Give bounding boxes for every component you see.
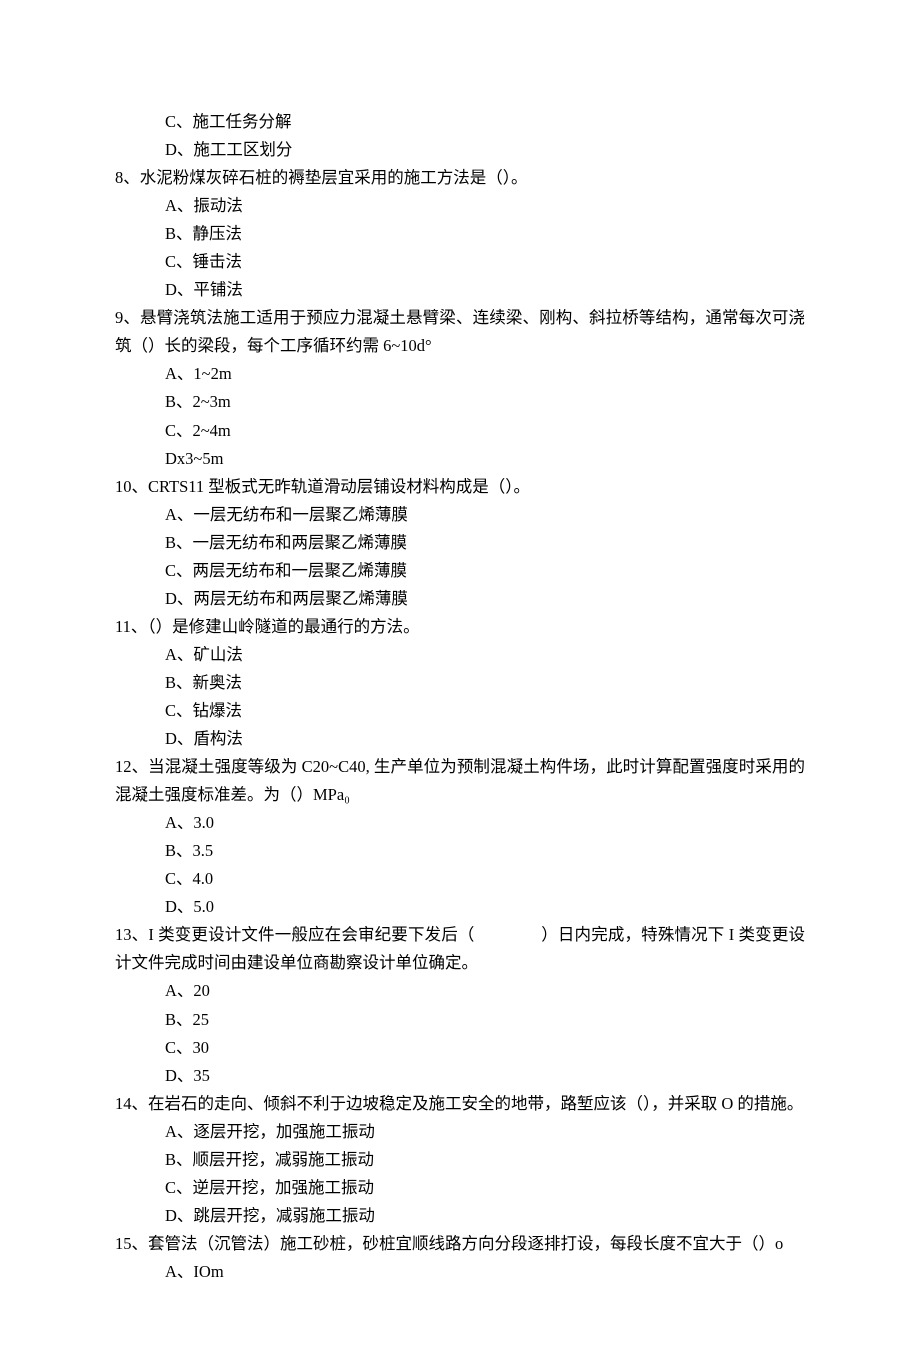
options-list: A、逐层开挖，加强施工振动 B、顺层开挖，减弱施工振动 C、逆层开挖，加强施工振…: [115, 1118, 805, 1230]
option-item: C、逆层开挖，加强施工振动: [165, 1174, 805, 1202]
option-item: A、振动法: [165, 192, 805, 220]
option-item: D、施工工区划分: [165, 136, 805, 164]
option-item: B、25: [165, 1006, 805, 1034]
option-item: C、施工任务分解: [165, 108, 805, 136]
option-item: B、顺层开挖，减弱施工振动: [165, 1146, 805, 1174]
option-item: A、IOm: [165, 1258, 805, 1286]
options-list: A、1~2m B、2~3m C、2~4m Dx3~5m: [115, 360, 805, 472]
option-item: D、盾构法: [165, 725, 805, 753]
question-stem: 9、悬臂浇筑法施工适用于预应力混凝土悬臂梁、连续梁、刚构、斜拉桥等结构，通常每次…: [115, 304, 805, 360]
question-block: C、施工任务分解 D、施工工区划分: [115, 108, 805, 164]
question-stem: 8、水泥粉煤灰碎石桩的褥垫层宜采用的施工方法是（）。: [115, 164, 805, 192]
option-item: D、5.0: [165, 893, 805, 921]
option-item: D、平铺法: [165, 276, 805, 304]
option-item: D、两层无纺布和两层聚乙烯薄膜: [165, 585, 805, 613]
options-list: A、IOm: [115, 1258, 805, 1286]
options-list: A、20 B、25 C、30 D、35: [115, 977, 805, 1089]
document-page: C、施工任务分解 D、施工工区划分 8、水泥粉煤灰碎石桩的褥垫层宜采用的施工方法…: [0, 0, 920, 1346]
options-list: C、施工任务分解 D、施工工区划分: [115, 108, 805, 164]
question-stem: 10、CRTS11 型板式无昨轨道滑动层铺设材料构成是（）。: [115, 473, 805, 501]
option-item: C、2~4m: [165, 417, 805, 445]
option-item: A、3.0: [165, 809, 805, 837]
option-item: A、逐层开挖，加强施工振动: [165, 1118, 805, 1146]
options-list: A、3.0 B、3.5 C、4.0 D、5.0: [115, 809, 805, 921]
option-item: B、新奥法: [165, 669, 805, 697]
question-stem: 13、I 类变更设计文件一般应在会审纪要下发后（ ）日内完成，特殊情况下 I 类…: [115, 921, 805, 977]
options-list: A、矿山法 B、新奥法 C、钻爆法 D、盾构法: [115, 641, 805, 753]
option-item: B、3.5: [165, 837, 805, 865]
option-item: C、4.0: [165, 865, 805, 893]
options-list: A、一层无纺布和一层聚乙烯薄膜 B、一层无纺布和两层聚乙烯薄膜 C、两层无纺布和…: [115, 501, 805, 613]
question-block: 15、套管法（沉管法）施工砂桩，砂桩宜顺线路方向分段逐排打设，每段长度不宜大于（…: [115, 1230, 805, 1286]
question-stem: 11、（）是修建山岭隧道的最通行的方法。: [115, 613, 805, 641]
option-item: A、1~2m: [165, 360, 805, 388]
question-block: 10、CRTS11 型板式无昨轨道滑动层铺设材料构成是（）。 A、一层无纺布和一…: [115, 473, 805, 613]
option-item: A、一层无纺布和一层聚乙烯薄膜: [165, 501, 805, 529]
question-block: 13、I 类变更设计文件一般应在会审纪要下发后（ ）日内完成，特殊情况下 I 类…: [115, 921, 805, 1089]
option-item: B、一层无纺布和两层聚乙烯薄膜: [165, 529, 805, 557]
options-list: A、振动法 B、静压法 C、锤击法 D、平铺法: [115, 192, 805, 304]
question-block: 9、悬臂浇筑法施工适用于预应力混凝土悬臂梁、连续梁、刚构、斜拉桥等结构，通常每次…: [115, 304, 805, 472]
question-block: 11、（）是修建山岭隧道的最通行的方法。 A、矿山法 B、新奥法 C、钻爆法 D…: [115, 613, 805, 753]
question-block: 8、水泥粉煤灰碎石桩的褥垫层宜采用的施工方法是（）。 A、振动法 B、静压法 C…: [115, 164, 805, 304]
option-item: C、锤击法: [165, 248, 805, 276]
option-item: C、30: [165, 1034, 805, 1062]
option-item: B、静压法: [165, 220, 805, 248]
option-item: D、35: [165, 1062, 805, 1090]
question-stem: 14、在岩石的走向、倾斜不利于边坡稳定及施工安全的地带，路堑应该（），并采取 O…: [115, 1090, 805, 1118]
option-item: Dx3~5m: [165, 445, 805, 473]
question-stem: 15、套管法（沉管法）施工砂桩，砂桩宜顺线路方向分段逐排打设，每段长度不宜大于（…: [115, 1230, 805, 1258]
question-block: 12、当混凝土强度等级为 C20~C40, 生产单位为预制混凝土构件场，此时计算…: [115, 753, 805, 921]
option-item: A、矿山法: [165, 641, 805, 669]
question-block: 14、在岩石的走向、倾斜不利于边坡稳定及施工安全的地带，路堑应该（），并采取 O…: [115, 1090, 805, 1230]
option-item: C、两层无纺布和一层聚乙烯薄膜: [165, 557, 805, 585]
option-item: B、2~3m: [165, 388, 805, 416]
question-stem: 12、当混凝土强度等级为 C20~C40, 生产单位为预制混凝土构件场，此时计算…: [115, 753, 805, 809]
option-item: C、钻爆法: [165, 697, 805, 725]
option-item: A、20: [165, 977, 805, 1005]
option-item: D、跳层开挖，减弱施工振动: [165, 1202, 805, 1230]
